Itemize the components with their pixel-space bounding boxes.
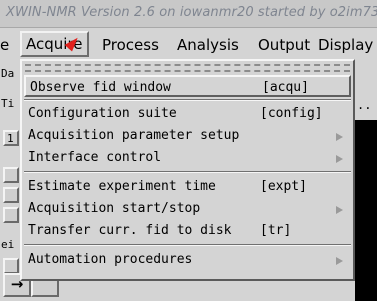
background-text-1: 1 bbox=[7, 132, 14, 145]
menu-item-interface-control[interactable]: Interface control bbox=[24, 147, 351, 169]
background-button[interactable] bbox=[3, 187, 19, 203]
menu-item-accelerator: [tr] bbox=[260, 223, 292, 238]
background-button-1[interactable]: 1 bbox=[3, 130, 19, 146]
menu-item-estimate-experiment-time[interactable]: Estimate experiment time [expt] bbox=[24, 176, 351, 198]
submenu-arrow-icon bbox=[336, 257, 343, 265]
background-text-ti: Ti bbox=[1, 97, 15, 110]
menu-item-accelerator: [config] bbox=[260, 106, 323, 121]
menu-item-label: Automation procedures bbox=[28, 252, 193, 267]
menu-item-observe-fid-window[interactable]: Observe fid window [acqu] bbox=[24, 75, 351, 97]
menu-item-transfer-fid-to-disk[interactable]: Transfer curr. fid to disk [tr] bbox=[24, 220, 351, 242]
submenu-arrow-icon bbox=[336, 206, 343, 214]
menu-item-accelerator: [expt] bbox=[260, 179, 307, 194]
background-text-ei: ei bbox=[1, 238, 15, 251]
background-text-da: Da bbox=[1, 67, 15, 80]
menu-item-configuration-suite[interactable]: Configuration suite [config] bbox=[24, 103, 351, 125]
menu-separator bbox=[24, 99, 351, 101]
background-button[interactable] bbox=[3, 258, 19, 274]
menu-analysis[interactable]: Analysis bbox=[177, 36, 239, 54]
submenu-arrow-icon bbox=[336, 155, 343, 163]
menu-separator bbox=[24, 171, 351, 173]
menu-item-label: Interface control bbox=[28, 150, 162, 165]
menu-item-label: Acquisition start/stop bbox=[28, 201, 201, 216]
window-title-bar[interactable]: XWIN-NMR Version 2.6 on iowanmr20 starte… bbox=[0, 0, 377, 28]
menu-item-label: Estimate experiment time bbox=[28, 179, 216, 194]
acquire-dropdown-menu: Observe fid window [acqu] Configuration … bbox=[20, 59, 355, 281]
submenu-arrow-icon bbox=[336, 133, 343, 141]
menu-item-acquisition-parameter-setup[interactable]: Acquisition parameter setup bbox=[24, 125, 351, 147]
menu-item-acquisition-start-stop[interactable]: Acquisition start/stop bbox=[24, 198, 351, 220]
menu-bar: e Acquire Process Analysis Output Displa… bbox=[0, 28, 377, 62]
tear-off-line[interactable] bbox=[25, 64, 350, 72]
menu-item-label: Configuration suite bbox=[28, 106, 177, 121]
menu-item-accelerator: [acqu] bbox=[262, 80, 309, 95]
menu-item-label: Acquisition parameter setup bbox=[28, 128, 240, 143]
background-button[interactable] bbox=[3, 167, 19, 183]
background-button[interactable] bbox=[3, 207, 19, 223]
menu-process[interactable]: Process bbox=[102, 36, 159, 54]
menu-display[interactable]: Display bbox=[318, 36, 373, 54]
menu-edge[interactable]: e bbox=[0, 36, 9, 54]
menu-item-label: Transfer curr. fid to disk bbox=[28, 223, 232, 238]
background-ellipsis: .. bbox=[357, 98, 372, 112]
window-title: XWIN-NMR Version 2.6 on iowanmr20 starte… bbox=[6, 5, 377, 20]
menu-separator bbox=[24, 244, 351, 246]
menu-output[interactable]: Output bbox=[258, 36, 310, 54]
spectrum-display-area bbox=[355, 120, 377, 301]
menu-item-label: Observe fid window bbox=[30, 80, 171, 95]
menu-item-automation-procedures[interactable]: Automation procedures bbox=[24, 249, 351, 271]
